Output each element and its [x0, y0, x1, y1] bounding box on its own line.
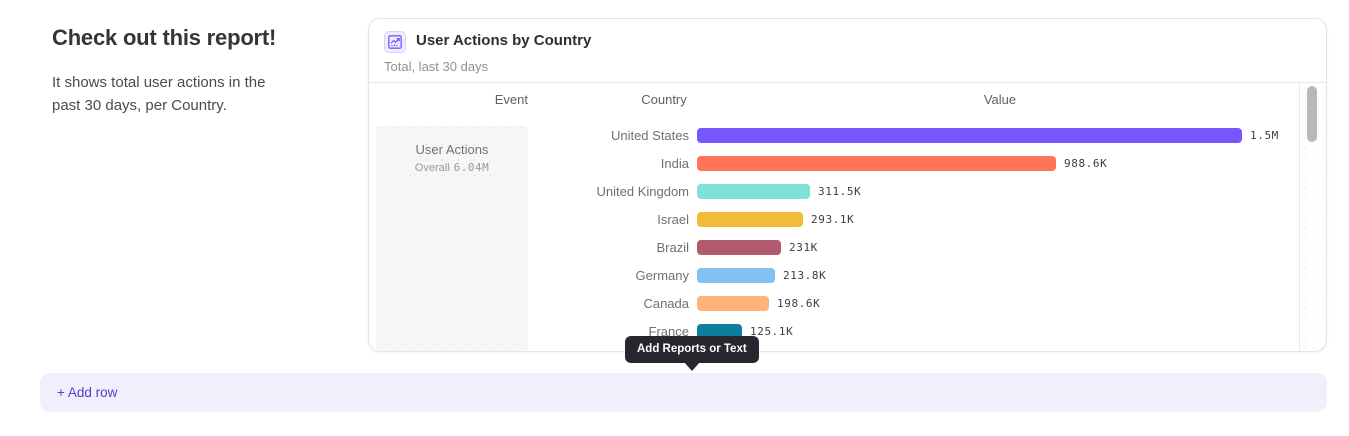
bar-india[interactable]: [697, 156, 1056, 171]
add-row-label: + Add row: [57, 385, 117, 400]
bar-canada[interactable]: [697, 296, 769, 311]
board-description: It shows total user actions in the past …: [52, 72, 294, 117]
value-label: 293.1K: [811, 213, 854, 227]
bar-united-kingdom[interactable]: [697, 184, 810, 199]
report-card-header: User Actions by Country Total, last 30 d…: [369, 19, 1326, 83]
value-label: 213.8K: [783, 269, 826, 283]
chart-area: Event Country Value User Actions Overall…: [369, 83, 1326, 351]
value-label: 198.6K: [777, 297, 820, 311]
chart-rows: United States 1.5M India 988.6K United Kingd…: [369, 83, 1326, 351]
bar-israel[interactable]: [697, 212, 803, 227]
tooltip-caret: [684, 362, 700, 371]
chart-scrollbar-thumb[interactable]: [1307, 86, 1317, 142]
board-page: Check out this report! It shows total us…: [0, 0, 1349, 436]
board-heading: Check out this report!: [52, 25, 276, 51]
value-label: 231K: [789, 241, 818, 255]
bar-brazil[interactable]: [697, 240, 781, 255]
add-tooltip: Add Reports or Text: [625, 336, 759, 363]
country-label: Israel: [529, 212, 689, 227]
bar-united-states[interactable]: [697, 128, 1242, 143]
country-label: India: [529, 156, 689, 171]
value-label: 1.5M: [1250, 129, 1279, 143]
report-card: User Actions by Country Total, last 30 d…: [368, 18, 1327, 352]
line-chart-icon: [384, 31, 406, 53]
report-title[interactable]: User Actions by Country: [416, 32, 591, 49]
country-label: United States: [529, 128, 689, 143]
chart-scrollbar-track[interactable]: [1299, 83, 1326, 351]
country-label: Canada: [529, 296, 689, 311]
add-row-button[interactable]: + Add row: [40, 373, 1327, 412]
country-label: United Kingdom: [529, 184, 689, 199]
value-label: 311.5K: [818, 185, 861, 199]
bar-germany[interactable]: [697, 268, 775, 283]
country-label: Germany: [529, 268, 689, 283]
country-label: Brazil: [529, 240, 689, 255]
report-subtitle: Total, last 30 days: [384, 59, 488, 74]
add-tooltip-label: Add Reports or Text: [637, 343, 747, 355]
value-label: 988.6K: [1064, 157, 1107, 171]
